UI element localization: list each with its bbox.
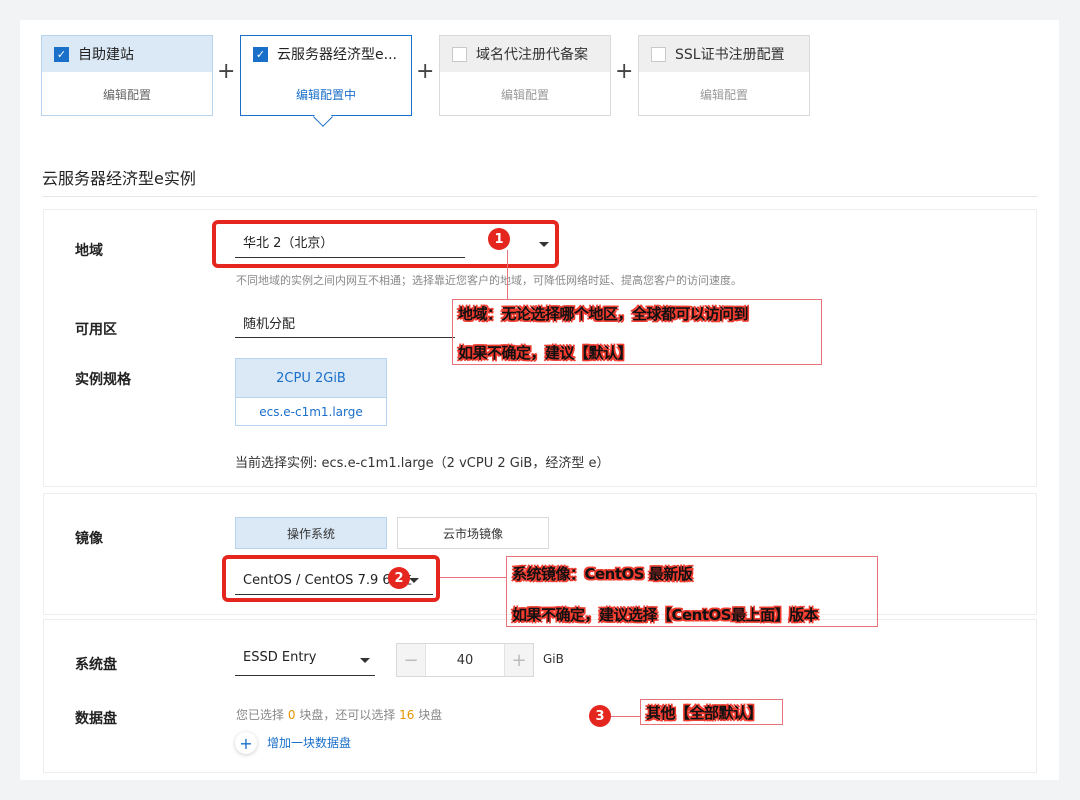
step-action[interactable]: 编辑配置 [639,72,809,116]
region-hint: 不同地域的实例之间内网互不相通；选择靠近您客户的地域，可降低网络时延、提高您客户… [236,274,742,287]
checkbox-icon[interactable] [452,46,467,62]
zone-label: 可用区 [75,322,117,338]
annotation-badge-3: 3 [589,705,611,727]
checkbox-icon[interactable] [651,46,666,62]
spec-label: 实例规格 [75,372,131,388]
annotation-badge-2: 2 [388,567,410,589]
annotation-badge-1: 1 [488,228,510,250]
checkbox-checked-icon[interactable]: ✓ [54,46,69,62]
checkbox-checked-icon[interactable]: ✓ [253,46,268,62]
spec-type: ecs.e-c1m1.large [236,397,386,425]
minus-icon[interactable]: − [397,644,425,676]
zone-value: 随机分配 [243,317,296,332]
plus-icon[interactable]: + [505,644,533,676]
step-ssl[interactable]: SSL证书注册配置 编辑配置 [638,35,810,116]
system-disk-label: 系统盘 [75,657,117,673]
annotation-text: 如果不确定，建议【默认】 [458,344,633,362]
step-title: 域名代注册代备案 [476,47,588,63]
tab-os[interactable]: 操作系统 [235,517,387,549]
section-title: 云服务器经济型e实例 [42,169,196,188]
annotation-text: 地域：无论选择哪个地区，全球都可以访问到 [458,305,749,323]
annotation-connector [611,716,640,717]
add-data-disk-link[interactable]: 增加一块数据盘 [267,734,351,751]
annotation-connector [507,250,508,300]
chevron-down-icon[interactable] [360,658,370,663]
step-website[interactable]: ✓ 自助建站 编辑配置 [41,35,213,116]
step-domain[interactable]: 域名代注册代备案 编辑配置 [439,35,611,116]
spec-cpu: 2CPU 2GiB [236,359,386,397]
plus-icon: + [615,59,634,84]
step-action[interactable]: 编辑配置 [440,72,610,116]
add-icon[interactable]: + [235,732,257,754]
tab-marketplace[interactable]: 云市场镜像 [397,517,549,549]
current-instance: 当前选择实例: ecs.e-c1m1.large（2 vCPU 2 GiB，经济… [235,456,610,471]
storage-card [44,620,1036,772]
annotation-text: 其他【全部默认】 [646,704,763,722]
remaining-count: 16 [399,708,415,722]
info-text: 块盘 [418,708,443,722]
data-disk-info: 您已选择 0 块盘，还可以选择 16 块盘 [236,706,442,723]
zone-select[interactable]: 随机分配 [235,313,455,338]
step-title: SSL证书注册配置 [675,47,785,63]
info-text: 您已选择 [236,708,285,722]
step-ecs[interactable]: ✓ 云服务器经济型e... 编辑配置中 [240,35,412,116]
annotation-text: 系统镜像：CentOS 最新版 [512,565,693,583]
annotation-text: 如果不确定，建议选择【CentOS最上面】版本 [512,606,819,624]
step-title: 自助建站 [78,47,134,63]
image-label: 镜像 [75,531,103,547]
disk-size-value[interactable]: 40 [425,644,505,676]
selected-count: 0 [287,708,296,722]
spec-option[interactable]: 2CPU 2GiB ecs.e-c1m1.large [235,358,387,426]
step-action[interactable]: 编辑配置 [42,72,212,116]
plus-icon: + [416,59,435,84]
disk-type-value: ESSD Entry [243,650,317,665]
disk-unit: GiB [543,652,564,666]
region-label: 地域 [75,243,103,259]
annotation-connector [440,577,506,578]
divider [42,196,1038,197]
step-title: 云服务器经济型e... [277,47,397,63]
data-disk-label: 数据盘 [75,711,117,727]
disk-size-stepper[interactable]: − 40 + [396,643,534,677]
info-text: 块盘，还可以选择 [299,708,396,722]
plus-icon: + [217,59,236,84]
disk-type-select[interactable]: ESSD Entry [235,650,375,676]
